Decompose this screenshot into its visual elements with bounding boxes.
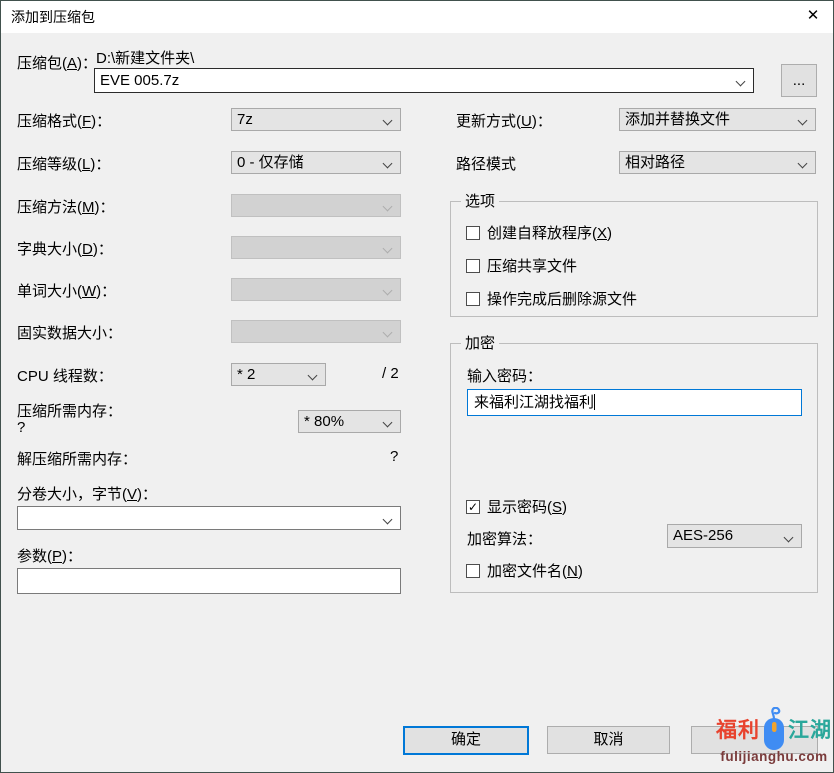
cancel-button[interactable]: 取消 — [547, 726, 670, 754]
create-sfx-checkbox[interactable]: 创建自释放程序(X) — [466, 222, 612, 243]
path-mode-combo[interactable]: 相对路径 — [619, 151, 816, 174]
encryption-group: 加密 输入密码： 来福利江湖找福利 ✓ 显示密码(S) 加密算法： AES-25… — [450, 343, 818, 593]
encrypt-names-checkbox[interactable]: 加密文件名(N) — [466, 560, 583, 581]
chevron-down-icon — [383, 202, 393, 212]
dialog-title: 添加到压缩包 — [11, 1, 95, 33]
chevron-down-icon[interactable] — [784, 533, 794, 543]
checkbox-icon[interactable] — [466, 226, 480, 240]
cpu-threads-combo[interactable]: * 2 — [231, 363, 326, 386]
checkbox-checked-icon[interactable]: ✓ — [466, 500, 480, 514]
chevron-down-icon[interactable] — [383, 159, 393, 169]
chevron-down-icon[interactable] — [383, 418, 393, 428]
chevron-down-icon[interactable] — [383, 116, 393, 126]
archive-name-value: EVE 005.7z — [100, 72, 179, 89]
password-value: 来福利江湖找福利 — [474, 394, 594, 411]
ok-button[interactable]: 确定 — [403, 726, 529, 755]
text-caret — [594, 394, 595, 410]
chevron-down-icon — [383, 244, 393, 254]
add-to-archive-dialog: 添加到压缩包 ✕ 压缩包(A)： D:\新建文件夹\ EVE 005.7z ..… — [0, 0, 834, 773]
encryption-method-combo[interactable]: AES-256 — [667, 524, 802, 548]
checkbox-icon[interactable] — [466, 259, 480, 273]
chevron-down-icon — [383, 286, 393, 296]
path-mode-label: 路径模式 — [456, 153, 516, 174]
solid-block-label: 固实数据大小： — [17, 322, 122, 343]
mouse-icon — [761, 707, 787, 751]
level-label: 压缩等级(L)： — [17, 153, 110, 174]
chevron-down-icon[interactable] — [736, 77, 746, 87]
encrypt-names-label: 加密文件名(N) — [487, 560, 583, 581]
method-label: 压缩方法(M)： — [17, 196, 115, 217]
browse-button[interactable]: ... — [781, 64, 817, 97]
archive-name-combo[interactable]: EVE 005.7z — [94, 68, 754, 93]
dictionary-label: 字典大小(D)： — [17, 238, 113, 259]
encryption-method-label: 加密算法： — [467, 528, 542, 549]
checkbox-icon[interactable] — [466, 564, 480, 578]
solid-block-combo — [231, 320, 401, 343]
close-icon[interactable]: ✕ — [793, 1, 833, 33]
archive-directory: D:\新建文件夹\ — [96, 47, 194, 68]
show-password-checkbox[interactable]: ✓ 显示密码(S) — [466, 496, 567, 517]
options-legend: 选项 — [461, 192, 499, 211]
archive-label: 压缩包(A)： — [17, 52, 97, 73]
memory-decompress-value: ? — [390, 448, 398, 465]
show-password-label: 显示密码(S) — [487, 496, 567, 517]
watermark-logo: 福利 江湖 fulijianghu.com — [713, 707, 834, 764]
volume-size-combo[interactable] — [17, 506, 401, 530]
cpu-threads-label: CPU 线程数： — [17, 365, 113, 386]
chevron-down-icon[interactable] — [383, 515, 393, 525]
password-input[interactable]: 来福利江湖找福利 — [467, 389, 802, 416]
chevron-down-icon — [383, 328, 393, 338]
chevron-down-icon[interactable] — [798, 116, 808, 126]
word-size-combo — [231, 278, 401, 301]
memory-compress-label: 压缩所需内存： — [17, 400, 122, 421]
title-bar: 添加到压缩包 ✕ — [1, 1, 833, 33]
compress-shared-checkbox[interactable]: 压缩共享文件 — [466, 255, 577, 276]
logo-text-right: 江湖 — [788, 714, 832, 744]
memory-compress-value: ? — [17, 419, 25, 436]
checkbox-icon[interactable] — [466, 292, 480, 306]
cpu-threads-max: / 2 — [382, 365, 399, 382]
chevron-down-icon[interactable] — [798, 159, 808, 169]
dictionary-combo — [231, 236, 401, 259]
logo-domain: fulijianghu.com — [713, 749, 834, 764]
memory-usage-combo[interactable]: * 80% — [298, 410, 401, 433]
update-mode-label: 更新方式(U)： — [456, 110, 552, 131]
delete-after-checkbox[interactable]: 操作完成后删除源文件 — [466, 288, 637, 309]
compress-shared-label: 压缩共享文件 — [487, 255, 577, 276]
format-label: 压缩格式(F)： — [17, 110, 111, 131]
word-size-label: 单词大小(W)： — [17, 280, 116, 301]
parameters-label: 参数(P)： — [17, 545, 82, 566]
volume-size-label: 分卷大小，字节(V)： — [17, 483, 157, 504]
level-combo[interactable]: 0 - 仅存储 — [231, 151, 401, 174]
logo-text-left: 福利 — [716, 714, 760, 744]
encryption-legend: 加密 — [461, 334, 499, 353]
method-combo — [231, 194, 401, 217]
password-label: 输入密码： — [467, 365, 542, 386]
chevron-down-icon[interactable] — [308, 371, 318, 381]
options-group: 选项 创建自释放程序(X) 压缩共享文件 操作完成后删除源文件 — [450, 201, 818, 317]
update-mode-combo[interactable]: 添加并替换文件 — [619, 108, 816, 131]
delete-after-label: 操作完成后删除源文件 — [487, 288, 637, 309]
parameters-input[interactable] — [17, 568, 401, 594]
create-sfx-label: 创建自释放程序(X) — [487, 222, 612, 243]
format-combo[interactable]: 7z — [231, 108, 401, 131]
memory-decompress-label: 解压缩所需内存： — [17, 448, 137, 469]
